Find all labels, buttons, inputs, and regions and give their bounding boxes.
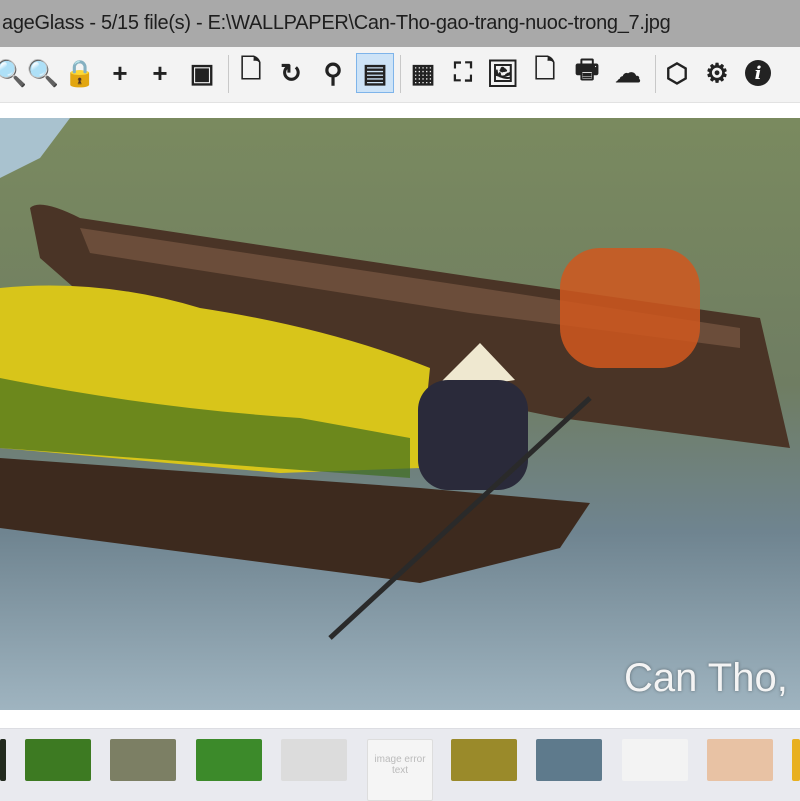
thumbnail[interactable] <box>707 739 773 781</box>
thumbnail[interactable] <box>622 739 688 781</box>
print-icon: 🖶 <box>574 54 600 84</box>
open-file-icon: 🗋 <box>240 54 262 84</box>
fullscreen-icon: ⛶ <box>453 57 473 87</box>
toolbar-separator <box>228 55 229 93</box>
window-title: ageGlass - 5/15 file(s) - E:\WALLPAPER\C… <box>0 0 800 47</box>
image-caption: Can Tho, <box>624 656 788 700</box>
go-to-image-icon: ⚲ <box>323 57 343 88</box>
photo <box>0 118 800 710</box>
scale-to-height-button[interactable]: + <box>141 53 179 93</box>
auto-zoom-icon: ▣ <box>189 57 215 88</box>
thumbnail[interactable] <box>792 739 800 781</box>
thumbnail-bar-button[interactable]: ▤ <box>356 53 394 93</box>
slideshow-button[interactable]: 🖼 <box>484 53 522 93</box>
open-file-button[interactable]: 🗋 <box>232 53 270 93</box>
convert-button[interactable]: 🗋 <box>526 53 564 93</box>
scale-to-width-button[interactable]: + <box>101 53 139 93</box>
toolbar-separator <box>400 55 401 93</box>
image-viewer[interactable]: Can Tho, <box>0 118 800 710</box>
thumbnail[interactable] <box>451 739 517 781</box>
thumbnail[interactable] <box>110 739 176 781</box>
thumbnail-bar-icon: ▤ <box>362 57 388 88</box>
convert-icon: 🗋 <box>534 54 556 84</box>
slideshow-icon: 🖼 <box>486 57 520 88</box>
about-button[interactable]: i <box>739 53 777 93</box>
lock-zoom-button[interactable]: 🔒 <box>61 53 99 93</box>
extensions-button[interactable]: ⬡ <box>658 53 696 93</box>
thumbnail[interactable] <box>536 739 602 781</box>
zoom-in-button[interactable]: 🔍 <box>24 53 62 93</box>
thumbnail-bar: image error text <box>0 728 800 801</box>
refresh-icon: ↻ <box>280 57 302 88</box>
lock-zoom-icon: 🔒 <box>63 57 97 88</box>
about-icon: i <box>745 60 771 86</box>
refresh-button[interactable]: ↻ <box>272 53 310 93</box>
upload-icon: ☁ <box>615 57 641 88</box>
toolbar: 🔍 🔍 🔒 + + ▣ 🗋 ↻ ⚲ ▤ ▦ ⛶ 🖼 🗋 🖶 ☁ ⬡ ⚙ i <box>0 47 800 103</box>
auto-zoom-button[interactable]: ▣ <box>183 53 221 93</box>
thumbnail[interactable] <box>0 739 6 781</box>
checkerboard-button[interactable]: ▦ <box>404 53 442 93</box>
thumbnail[interactable] <box>281 739 347 781</box>
thumbnail[interactable] <box>25 739 91 781</box>
toolbar-separator <box>655 55 656 93</box>
checkerboard-icon: ▦ <box>410 57 436 88</box>
zoom-in-icon: 🔍 <box>26 57 60 88</box>
upload-button[interactable]: ☁ <box>609 53 647 93</box>
zoom-out-button[interactable]: 🔍 <box>0 53 27 93</box>
passengers <box>560 248 700 368</box>
thumbnail-placeholder-text: image error text <box>374 754 426 776</box>
thumbnail[interactable] <box>196 739 262 781</box>
go-to-image-button[interactable]: ⚲ <box>314 53 352 93</box>
print-button[interactable]: 🖶 <box>568 53 606 93</box>
scale-to-width-icon: + <box>112 57 128 88</box>
fullscreen-button[interactable]: ⛶ <box>444 53 482 93</box>
settings-button[interactable]: ⚙ <box>698 53 736 93</box>
thumbnail[interactable]: image error text <box>367 739 433 801</box>
settings-icon: ⚙ <box>705 57 729 88</box>
extensions-icon: ⬡ <box>665 57 689 88</box>
scale-to-height-icon: + <box>152 57 168 88</box>
